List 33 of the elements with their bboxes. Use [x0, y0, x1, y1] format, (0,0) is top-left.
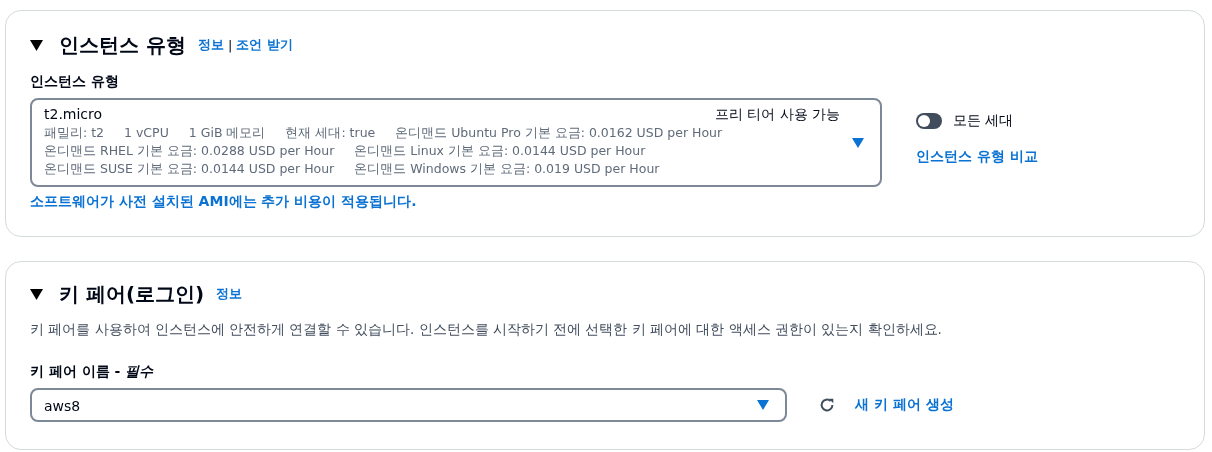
caret-icon[interactable]: [30, 39, 43, 51]
section-title: 인스턴스 유형: [59, 31, 186, 59]
field-label: 키 페어 이름 - 필수: [30, 363, 155, 381]
refresh-icon[interactable]: [818, 396, 836, 414]
section-title: 키 페어(로그인): [59, 280, 205, 308]
create-key-pair-link[interactable]: 새 키 페어 생성: [855, 396, 954, 414]
dropdown-caret-icon: [852, 137, 864, 148]
instance-detail: 패밀리: t2: [44, 125, 105, 140]
toggle-label: 모든 세대: [953, 112, 1014, 130]
instance-detail: 1 vCPU: [124, 125, 169, 140]
instance-detail: 온디맨드 Linux 기본 요금: 0.0144 USD per Hour: [354, 143, 646, 158]
info-link[interactable]: 정보: [216, 285, 243, 303]
select-value: aws8: [44, 398, 81, 414]
ami-cost-link[interactable]: 소프트웨어가 사전 설치된 AMI에는 추가 비용이 적용됩니다.: [30, 193, 417, 211]
toggle-switch[interactable]: [916, 113, 942, 129]
instance-detail: 현재 세대: true: [285, 125, 376, 140]
select-value: t2.micro: [44, 106, 103, 124]
separator: |: [227, 37, 233, 53]
description: 키 페어를 사용하여 인스턴스에 안전하게 연결할 수 있습니다. 인스턴스를 시작하기 전에 선택한 키 페어에 대한 액세스 권한이 있는지 확인하세요.: [30, 321, 943, 339]
compare-link[interactable]: 인스턴스 유형 비교: [916, 148, 1038, 166]
instance-type-select[interactable]: [30, 98, 882, 187]
field-label: 인스턴스 유형: [30, 73, 120, 91]
instance-detail: 온디맨드 RHEL 기본 요금: 0.0288 USD per Hour: [44, 143, 335, 158]
instance-detail: 온디맨드 Windows 기본 요금: 0.019 USD per Hour: [354, 161, 660, 176]
instance-detail: 1 GiB 메모리: [188, 125, 266, 140]
free-tier-label: 프리 티어 사용 가능: [714, 106, 840, 124]
advice-link[interactable]: 조언 받기: [236, 36, 293, 54]
caret-icon[interactable]: [30, 288, 43, 300]
instance-detail: 온디맨드 Ubuntu Pro 기본 요금: 0.0162 USD per Hour: [395, 125, 723, 140]
key-pair-select[interactable]: aws8: [30, 388, 787, 422]
info-link[interactable]: 정보: [197, 36, 224, 54]
dropdown-caret-icon: [757, 400, 769, 410]
instance-detail: 온디맨드 SUSE 기본 요금: 0.0144 USD per Hour: [44, 161, 335, 176]
